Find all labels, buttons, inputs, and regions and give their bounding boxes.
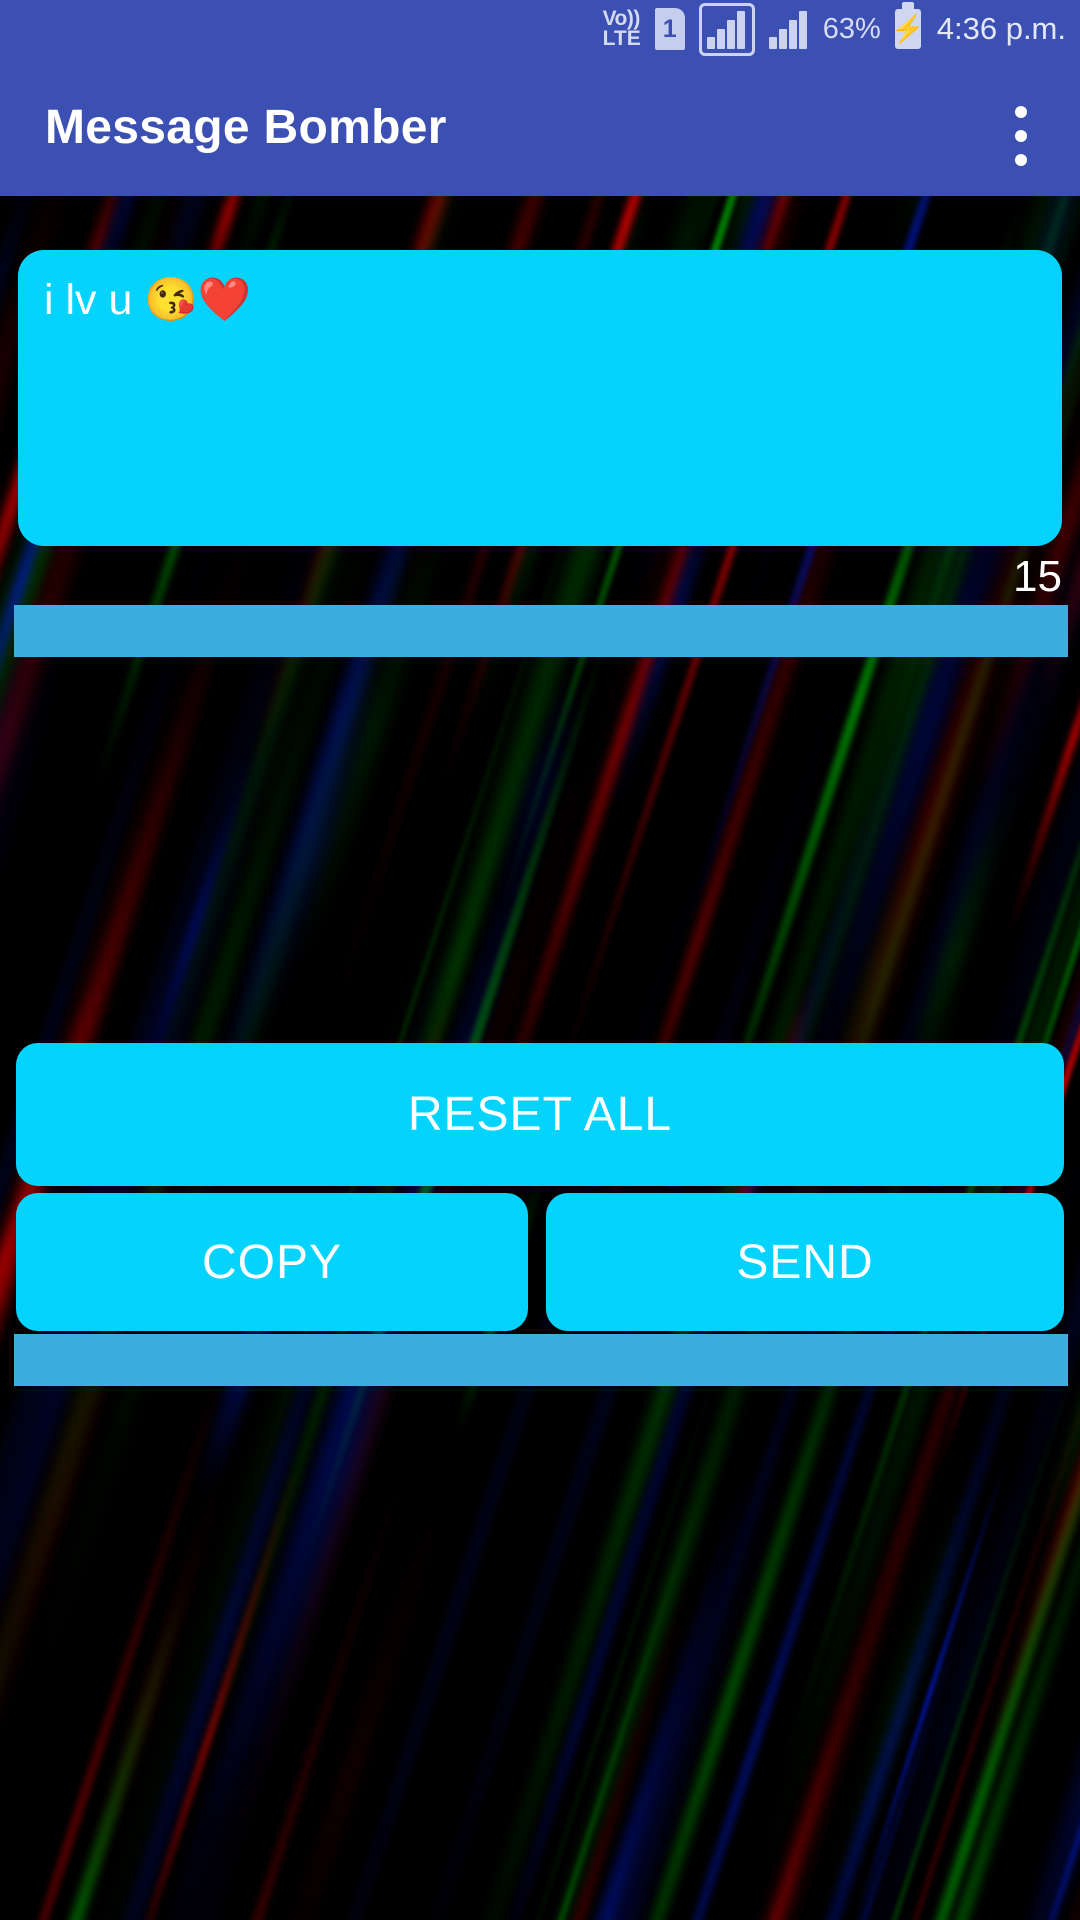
battery-percent-label: 63% (822, 12, 881, 45)
more-vert-icon[interactable] (998, 106, 1044, 166)
sim-card-icon: 1 (654, 8, 685, 50)
message-input[interactable] (18, 250, 1062, 546)
battery-charging-icon: ⚡ (891, 2, 925, 49)
app-bar: Message Bomber (0, 58, 1080, 196)
volte-label-bottom: LTE (602, 27, 641, 50)
sim-number-label: 1 (654, 8, 685, 50)
count-slider[interactable] (14, 605, 1068, 657)
reset-all-button[interactable]: RESET ALL (16, 1043, 1064, 1186)
app-screen: Vo)) LTE 1 63% ⚡ 4:36 p.m. Message Bombe… (0, 0, 1080, 1920)
copy-button[interactable]: COPY (16, 1193, 528, 1331)
status-bar: Vo)) LTE 1 63% ⚡ 4:36 p.m. (0, 0, 1080, 58)
page-title: Message Bomber (45, 100, 447, 154)
clock-label: 4:36 p.m. (936, 11, 1066, 46)
message-count-label: 15 (1013, 552, 1062, 601)
send-button[interactable]: SEND (546, 1193, 1064, 1331)
delay-slider[interactable] (14, 1334, 1068, 1386)
signal-strength-sim1-icon (698, 2, 755, 56)
volte-icon: Vo)) LTE (602, 7, 641, 50)
volte-label-top: Vo)) (602, 7, 641, 31)
signal-strength-sim2-icon (768, 9, 809, 49)
